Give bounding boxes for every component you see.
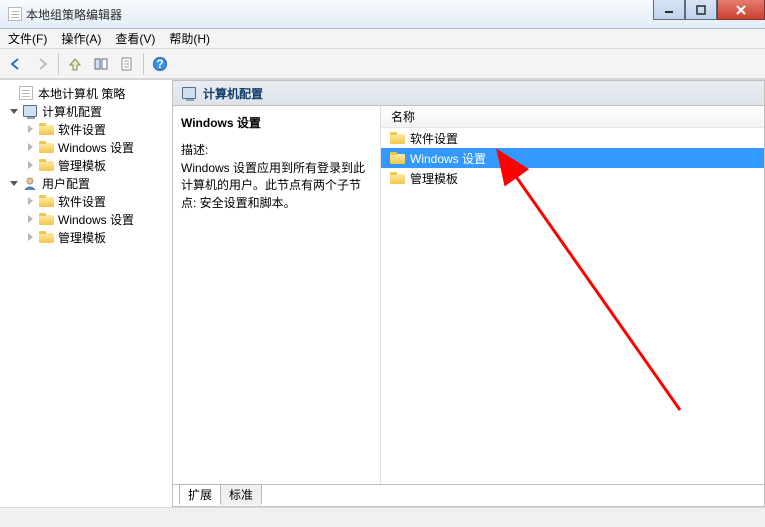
description-title: Windows 设置 [181,114,374,131]
content-header: 计算机配置 [173,81,764,106]
computer-icon [181,85,197,101]
view-tabs: 扩展 标准 [173,484,764,506]
titlebar: 本地组策略编辑器 [0,0,765,29]
description-label: 描述: [181,141,374,158]
computer-icon [22,103,38,119]
folder-icon [38,139,54,155]
twisty-closed-icon[interactable] [22,139,38,155]
folder-icon [38,121,54,137]
note-icon [18,85,34,101]
list-item[interactable]: 软件设置 [381,128,764,148]
menu-view[interactable]: 查看(V) [115,30,155,47]
twisty-closed-icon[interactable] [22,229,38,245]
tree-pane[interactable]: 本地计算机 策略 计算机配置 软件设置 Windows 设置 管理模板 [0,80,173,507]
folder-icon [389,130,405,146]
properties-button[interactable] [115,52,139,76]
toolbar: ? [0,49,765,79]
folder-icon [38,193,54,209]
list-column-header[interactable]: 名称 [381,106,764,128]
menu-help[interactable]: 帮助(H) [169,30,210,47]
app-icon [8,7,22,21]
col-name: 名称 [391,108,415,125]
tree-user-software-settings[interactable]: 软件设置 [0,192,172,210]
twisty-closed-icon[interactable] [22,157,38,173]
tree-software-settings[interactable]: 软件设置 [0,120,172,138]
folder-icon [38,157,54,173]
tree-user-windows-settings[interactable]: Windows 设置 [0,210,172,228]
twisty-open-icon[interactable] [6,175,22,191]
tab-extended[interactable]: 扩展 [179,484,221,505]
tree-computer-config[interactable]: 计算机配置 [0,102,172,120]
tree-windows-settings[interactable]: Windows 设置 [0,138,172,156]
list-item[interactable]: 管理模板 [381,168,764,188]
folder-icon [38,211,54,227]
content-header-title: 计算机配置 [203,85,263,102]
list-item-label: 管理模板 [410,170,458,187]
tree-root-label: 本地计算机 策略 [36,85,127,102]
description-pane: Windows 设置 描述: Windows 设置应用到所有登录到此计算机的用户… [173,106,381,484]
window-title: 本地组策略编辑器 [26,6,122,23]
up-button[interactable] [63,52,87,76]
tab-standard[interactable]: 标准 [220,484,262,505]
twisty-closed-icon[interactable] [22,121,38,137]
maximize-button[interactable] [685,0,717,20]
minimize-button[interactable] [653,0,685,20]
folder-icon [389,150,405,166]
menu-file[interactable]: 文件(F) [8,30,47,47]
description-body: Windows 设置应用到所有登录到此计算机的用户。此节点有两个子节点: 安全设… [181,160,374,212]
close-button[interactable] [717,0,765,20]
list-item-label: 软件设置 [410,130,458,147]
user-icon [22,175,38,191]
folder-icon [38,229,54,245]
show-hide-tree-button[interactable] [89,52,113,76]
tree-admin-templates[interactable]: 管理模板 [0,156,172,174]
tree-user-admin-templates[interactable]: 管理模板 [0,228,172,246]
folder-icon [389,170,405,186]
list-item-label: Windows 设置 [410,150,486,167]
twisty-open-icon[interactable] [6,103,22,119]
back-button[interactable] [4,52,28,76]
list-item[interactable]: Windows 设置 [381,148,764,168]
forward-button[interactable] [30,52,54,76]
help-button[interactable]: ? [148,52,172,76]
twisty-closed-icon[interactable] [22,211,38,227]
twisty-closed-icon[interactable] [22,193,38,209]
menu-action[interactable]: 操作(A) [61,30,101,47]
tree-user-config[interactable]: 用户配置 [0,174,172,192]
statusbar [0,507,765,527]
toolbar-separator [143,53,144,75]
tree-root[interactable]: 本地计算机 策略 [0,84,172,102]
toolbar-separator [58,53,59,75]
menubar: 文件(F) 操作(A) 查看(V) 帮助(H) [0,29,765,49]
list-pane[interactable]: 名称 软件设置 Windows 设置管理模板 [381,106,764,484]
svg-text:?: ? [156,57,163,71]
